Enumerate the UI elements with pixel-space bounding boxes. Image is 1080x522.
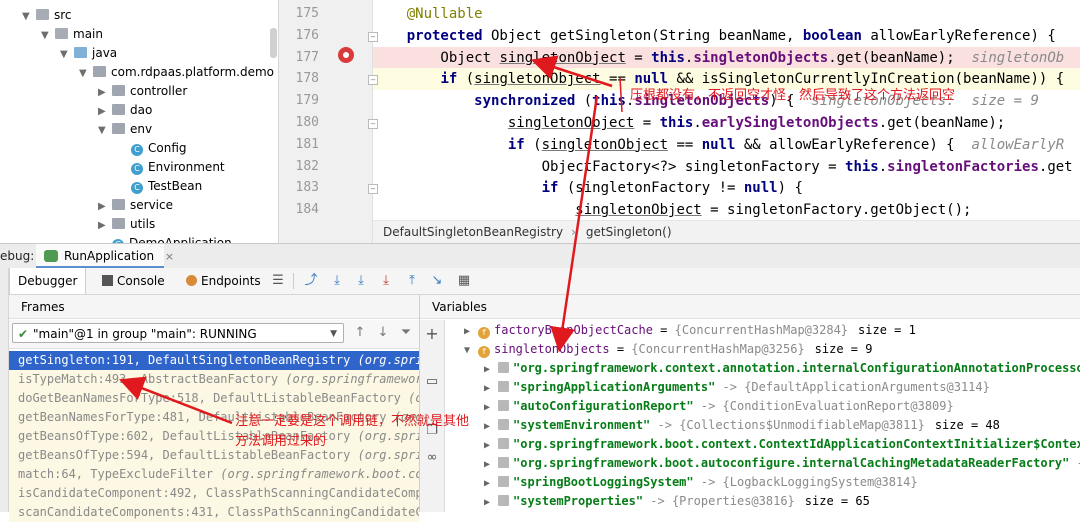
annotation-note-returns-null: 压根都没有，不返回空才怪，然后导致了这个方法返回空 [630,88,956,103]
annotation-arrows [119,55,623,425]
arrow-to-singleton-objects [550,95,599,353]
annotation-note-call-chain-2: 方法调用过来的 [235,434,327,449]
arrow-to-singleton-object [530,55,613,88]
annotation-note-call-chain-1: 注意一定要是这个调用链，不然就是其他 [235,414,470,429]
text-cursor-mark [619,77,623,113]
arrow-to-call-chain [119,376,233,425]
